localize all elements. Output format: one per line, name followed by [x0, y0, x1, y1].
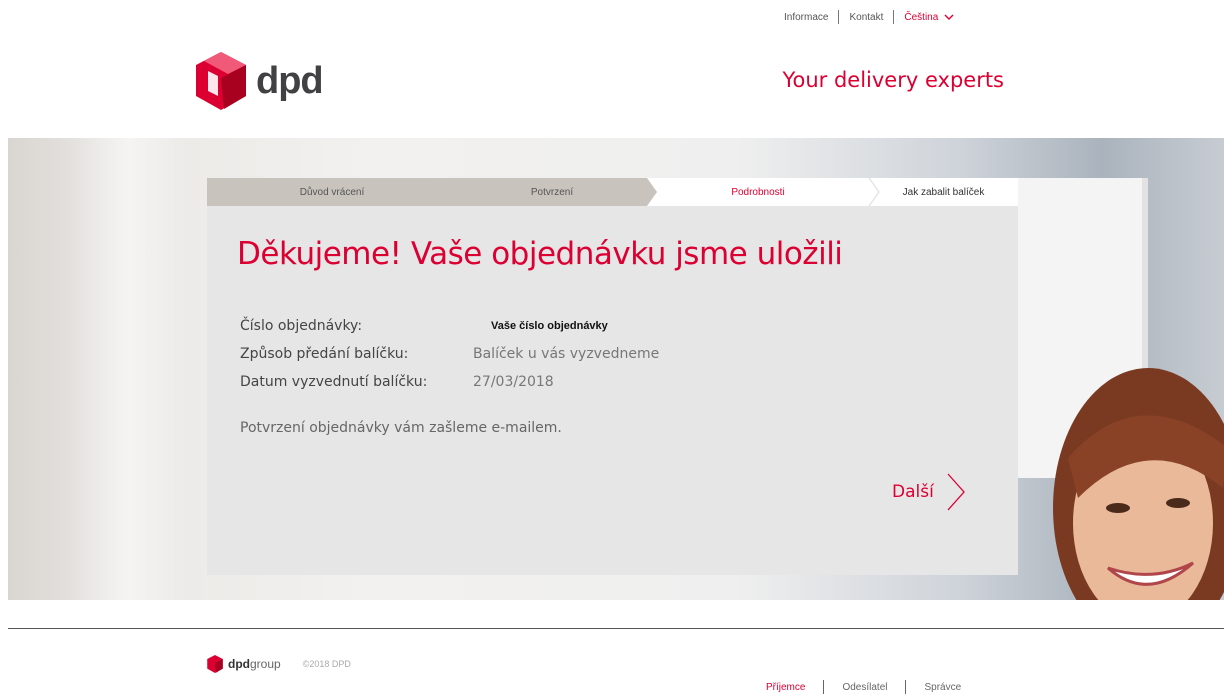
field-label: Způsob předání balíčku:: [240, 346, 409, 362]
field-value: Vaše číslo objednávky: [491, 320, 608, 332]
field-value: Balíček u vás vyzvedneme: [473, 346, 660, 362]
step-details[interactable]: Podrobnosti: [647, 178, 880, 206]
step-label: Důvod vrácení: [299, 186, 365, 198]
tagline: Your delivery experts: [782, 68, 1004, 92]
next-button[interactable]: Další: [892, 472, 966, 512]
copyright: ©2018 DPD: [302, 659, 351, 669]
handover-method-row: Způsob předání balíčku: Balíček u vás vy…: [240, 346, 659, 362]
top-nav: Informace Kontakt Čeština: [784, 9, 954, 25]
divider: [905, 680, 907, 694]
field-value: 27/03/2018: [473, 374, 554, 390]
smiling-woman-image: [1053, 368, 1224, 600]
divider: [893, 10, 895, 24]
footer-link-admin[interactable]: Správce: [924, 682, 961, 693]
logo-wordmark: dpd: [256, 59, 324, 102]
info-link[interactable]: Informace: [784, 12, 828, 23]
dpd-cube-icon: [207, 655, 223, 673]
footer-link-sender[interactable]: Odesílatel: [842, 682, 887, 693]
step-label: Potvrzení: [530, 186, 574, 198]
language-select[interactable]: Čeština: [904, 12, 954, 23]
confirmation-card: Děkujeme! Vaše objednávku jsme uložili Č…: [207, 206, 1018, 575]
footer-nav: Příjemce Odesílatel Správce: [766, 680, 961, 694]
step-label: Podrobnosti: [731, 186, 785, 198]
email-note: Potvrzení objednávky vám zašleme e-maile…: [240, 420, 562, 436]
divider: [838, 10, 840, 24]
next-label: Další: [892, 482, 934, 502]
language-label: Čeština: [904, 11, 939, 23]
footer-logo-light: group: [250, 657, 281, 671]
step-return-reason[interactable]: Důvod vrácení: [207, 178, 467, 206]
step-arrow: [457, 178, 467, 206]
page-title: Děkujeme! Vaše objednávku jsme uložili: [237, 236, 843, 272]
footer-link-recipient[interactable]: Příjemce: [766, 682, 805, 693]
dpd-cube-icon: [196, 52, 246, 110]
pickup-date-row: Datum vyzvednutí balíčku: 27/03/2018: [240, 374, 554, 390]
light-panel: [68, 138, 188, 600]
wizard-steps: Důvod vrácení Potvrzení Podrobnosti Jak …: [207, 178, 1018, 206]
dpd-logo[interactable]: dpd: [196, 52, 324, 110]
chevron-down-icon: [944, 14, 954, 20]
chevron-right-icon: [947, 473, 965, 511]
step-confirmation[interactable]: Potvrzení: [457, 178, 657, 206]
field-label: Datum vyzvednutí balíčku:: [240, 374, 428, 390]
footer-logo-bold: dpd: [228, 657, 250, 671]
field-label: Číslo objednávky:: [240, 318, 363, 334]
footer-logo[interactable]: dpd group ©2018 DPD: [207, 655, 351, 673]
step-arrow: [647, 178, 657, 206]
step-packaging[interactable]: Jak zabalit balíček: [869, 178, 1018, 206]
contact-link[interactable]: Kontakt: [849, 12, 883, 23]
footer-divider: [8, 628, 1224, 629]
step-arrow: [868, 178, 880, 206]
step-label: Jak zabalit balíček: [902, 186, 985, 198]
order-number-row: Číslo objednávky: Vaše číslo objednávky: [240, 318, 608, 334]
divider: [823, 680, 825, 694]
